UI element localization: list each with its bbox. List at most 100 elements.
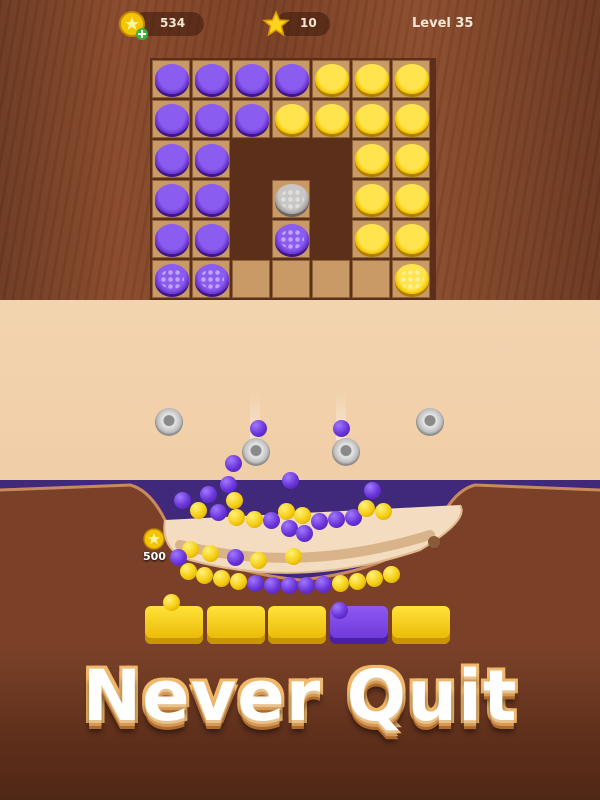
- board-cell[interactable]: [272, 100, 310, 138]
- locked-coin: [275, 184, 309, 214]
- yellow-coin[interactable]: [395, 64, 429, 94]
- board-cell[interactable]: [192, 60, 230, 98]
- yellow-coin[interactable]: [355, 184, 389, 214]
- board-cell[interactable]: [152, 260, 190, 298]
- yellow-ball: [294, 507, 311, 524]
- board-cell[interactable]: [232, 100, 270, 138]
- purple-ball-stack[interactable]: [155, 264, 189, 294]
- purple-ball: [250, 420, 267, 437]
- yellow-coin[interactable]: [355, 144, 389, 174]
- board-cell[interactable]: [392, 260, 430, 298]
- purple-ball: [227, 549, 244, 566]
- purple-coin[interactable]: [155, 184, 189, 214]
- yellow-ball: [332, 575, 349, 592]
- yellow-ball: [202, 545, 219, 562]
- purple-coin[interactable]: [235, 64, 269, 94]
- board-cell[interactable]: [312, 100, 350, 138]
- purple-coin[interactable]: [155, 224, 189, 254]
- board-cell[interactable]: [272, 220, 310, 258]
- board-cell[interactable]: [192, 260, 230, 298]
- purple-ball-stack[interactable]: [275, 224, 309, 254]
- board-cell[interactable]: [192, 220, 230, 258]
- board-cell[interactable]: [352, 60, 390, 98]
- purple-coin[interactable]: [195, 104, 229, 134]
- purple-ball: [225, 455, 242, 472]
- board-cell[interactable]: [152, 60, 190, 98]
- yellow-coin[interactable]: [315, 64, 349, 94]
- star-counter: 10: [262, 10, 332, 38]
- yellow-slot[interactable]: [268, 606, 326, 644]
- yellow-ball: [230, 573, 247, 590]
- purple-ball: [220, 476, 237, 493]
- board-cell[interactable]: [192, 140, 230, 178]
- purple-ball: [247, 575, 264, 592]
- purple-coin[interactable]: [195, 64, 229, 94]
- board-cell[interactable]: [152, 180, 190, 218]
- purple-coin[interactable]: [195, 184, 229, 214]
- board-cell[interactable]: [392, 100, 430, 138]
- purple-ball-stack[interactable]: [195, 264, 229, 294]
- yellow-coin[interactable]: [395, 224, 429, 254]
- star-count: 10: [300, 16, 317, 30]
- board-cell[interactable]: [152, 220, 190, 258]
- purple-coin[interactable]: [235, 104, 269, 134]
- reward-amount: 500: [143, 550, 166, 563]
- purple-ball: [331, 602, 348, 619]
- board-cell[interactable]: [192, 100, 230, 138]
- yellow-ball: [278, 503, 295, 520]
- purple-coin[interactable]: [195, 144, 229, 174]
- yellow-coin[interactable]: [395, 104, 429, 134]
- yellow-ball: [213, 570, 230, 587]
- purple-coin[interactable]: [155, 64, 189, 94]
- yellow-ball: [180, 563, 197, 580]
- yellow-coin[interactable]: [355, 224, 389, 254]
- yellow-ball: [366, 570, 383, 587]
- board-cell[interactable]: [352, 140, 390, 178]
- yellow-ball: [246, 511, 263, 528]
- yellow-slot[interactable]: [145, 606, 203, 644]
- yellow-ball-stack[interactable]: [395, 264, 429, 294]
- board-cell[interactable]: [392, 60, 430, 98]
- yellow-coin[interactable]: [315, 104, 349, 134]
- board-cell[interactable]: [392, 140, 430, 178]
- purple-ball: [333, 420, 350, 437]
- coin-board: [150, 58, 436, 302]
- peg-bolt: [416, 408, 444, 436]
- play-area: [0, 300, 600, 500]
- yellow-coin[interactable]: [275, 104, 309, 134]
- purple-coin[interactable]: [275, 64, 309, 94]
- purple-coin[interactable]: [155, 144, 189, 174]
- yellow-coin[interactable]: [355, 64, 389, 94]
- yellow-ball: [226, 492, 243, 509]
- yellow-slot[interactable]: [392, 606, 450, 644]
- board-cell[interactable]: [232, 60, 270, 98]
- yellow-ball: [383, 566, 400, 583]
- board-cell[interactable]: [392, 180, 430, 218]
- board-cell[interactable]: [352, 180, 390, 218]
- board-cell[interactable]: [392, 220, 430, 258]
- purple-ball: [264, 577, 281, 594]
- peg-bolt: [332, 438, 360, 466]
- yellow-coin[interactable]: [395, 144, 429, 174]
- coin-plus-icon[interactable]: [118, 10, 148, 40]
- purple-ball: [298, 577, 315, 594]
- purple-ball: [311, 513, 328, 530]
- board-cell[interactable]: [352, 220, 390, 258]
- star-icon: [262, 10, 290, 37]
- board-cell[interactable]: [352, 100, 390, 138]
- purple-coin[interactable]: [195, 224, 229, 254]
- purple-coin[interactable]: [155, 104, 189, 134]
- yellow-ball: [349, 573, 366, 590]
- board-cell[interactable]: [152, 140, 190, 178]
- board-cell[interactable]: [312, 60, 350, 98]
- yellow-ball: [285, 548, 302, 565]
- coin-counter[interactable]: 534: [118, 10, 208, 40]
- reward-coin-icon: [143, 528, 165, 550]
- yellow-slot[interactable]: [207, 606, 265, 644]
- board-cell[interactable]: [192, 180, 230, 218]
- yellow-coin[interactable]: [395, 184, 429, 214]
- board-cell[interactable]: [152, 100, 190, 138]
- board-cell[interactable]: [272, 60, 310, 98]
- board-cell[interactable]: [272, 180, 310, 218]
- yellow-coin[interactable]: [355, 104, 389, 134]
